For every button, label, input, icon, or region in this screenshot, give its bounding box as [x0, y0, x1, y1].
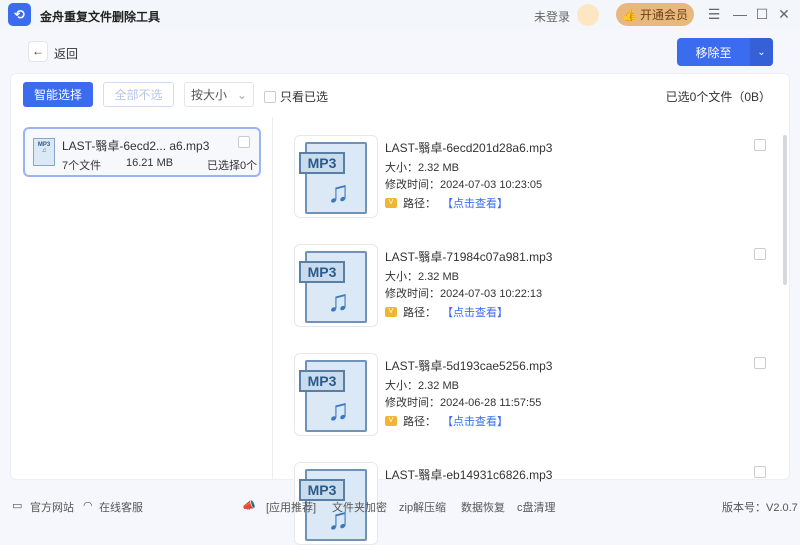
vip-button[interactable]: 👍 开通会员 [616, 3, 694, 26]
app-title: 金舟重复文件删除工具 [40, 10, 161, 24]
monitor-icon: ▭ [12, 500, 23, 512]
path-label: 路径： [403, 307, 436, 319]
smart-select-button[interactable]: 智能选择 [23, 82, 93, 107]
group-checkbox[interactable] [238, 136, 250, 148]
group-count: 7个文件 [62, 160, 102, 172]
file-size: 大小：2.32 MB [385, 162, 459, 174]
file-mtime: 修改时间：2024-07-03 10:23:05 [385, 179, 543, 191]
maximize-icon[interactable]: ☐ [754, 6, 770, 23]
path-label: 路径： [403, 416, 436, 428]
only-selected-label: 只看已选 [280, 90, 329, 104]
mp3-label: MP3 [299, 261, 345, 283]
deselect-all-button[interactable]: 全部不选 [103, 82, 174, 107]
file-checkbox[interactable] [754, 357, 766, 369]
chevron-down-icon[interactable]: ⌄ [750, 38, 773, 66]
menu-icon[interactable]: ☰ [706, 6, 722, 23]
group-name: LAST-翳卓-6ecd2... a6.mp3 [62, 139, 210, 153]
file-size: 大小：2.32 MB [385, 271, 459, 283]
music-note-icon: ♫ [327, 285, 350, 318]
mp3-file-icon: MP3 ♫ [33, 138, 55, 166]
file-thumbnail[interactable]: MP3 ♫ [294, 135, 378, 218]
mp3-file-icon: MP3 ♫ [299, 360, 367, 432]
file-mtime: 修改时间：2024-06-28 11:57:55 [385, 397, 542, 409]
file-path: V 路径： 【点击查看】 [385, 304, 508, 320]
vip-label: 开通会员 [639, 8, 688, 22]
login-link[interactable]: 未登录 [534, 8, 570, 25]
sort-dropdown[interactable]: 按大小 ⌄ [184, 82, 254, 107]
support-link[interactable]: 在线客服 [99, 499, 143, 515]
view-path-link[interactable]: 【点击查看】 [442, 304, 508, 320]
view-path-link[interactable]: 【点击查看】 [442, 195, 508, 211]
version-label: 版本号：V2.0.7 [722, 502, 798, 514]
selected-info: 已选0个文件（0B） [665, 90, 771, 104]
footer-link[interactable]: 数据恢复 [461, 499, 505, 515]
footer-link[interactable]: 文件夹加密 [332, 499, 387, 515]
footer-link[interactable]: c盘清理 [517, 499, 556, 515]
mp3-label: MP3 [299, 370, 345, 392]
mp3-file-icon: MP3 ♫ [299, 251, 367, 323]
group-size: 16.21 MB [126, 157, 174, 169]
back-button[interactable]: ← [28, 41, 48, 62]
move-to-button[interactable]: 移除至 ⌄ [677, 38, 773, 66]
arrow-left-icon: ← [32, 44, 44, 58]
chevron-down-icon: ⌄ [236, 87, 248, 102]
headset-icon: ◠ [83, 500, 93, 512]
scrollbar[interactable] [783, 135, 787, 285]
minimize-icon[interactable]: — [732, 6, 748, 22]
file-name: LAST-翳卓-71984c07a981.mp3 [385, 250, 553, 264]
file-thumbnail[interactable]: MP3 ♫ [294, 353, 378, 436]
file-size: 大小：2.32 MB [385, 380, 459, 392]
file-thumbnail[interactable]: MP3 ♫ [294, 244, 378, 327]
back-label[interactable]: 返回 [54, 45, 78, 62]
footer: ▭ 官方网站 ◠ 在线客服 📣 [应用推荐] 文件夹加密 zip解压缩 数据恢复… [0, 490, 800, 519]
view-path-link[interactable]: 【点击查看】 [442, 413, 508, 429]
checkbox[interactable] [264, 90, 276, 103]
group-selected: 已选择0个 [207, 160, 258, 172]
file-path: V 路径： 【点击查看】 [385, 413, 508, 429]
avatar[interactable] [577, 4, 599, 26]
crown-icon: V [385, 416, 397, 426]
only-selected-checkbox[interactable]: 只看已选 [264, 88, 328, 105]
file-name: LAST-翳卓-6ecd201d28a6.mp3 [385, 141, 553, 155]
file-checkbox[interactable] [754, 466, 766, 478]
sort-label: 按大小 [190, 88, 227, 102]
crown-icon: V [385, 307, 397, 317]
file-checkbox[interactable] [754, 139, 766, 151]
app-logo-icon: ⟲ [8, 3, 31, 26]
file-mtime: 修改时间：2024-07-03 10:22:13 [385, 288, 543, 300]
music-note-icon: ♫ [327, 176, 350, 209]
footer-link[interactable]: zip解压缩 [399, 499, 446, 515]
thumb-icon: 👍 [622, 7, 637, 22]
file-name: LAST-翳卓-eb14931c6826.mp3 [385, 468, 553, 482]
file-path: V 路径： 【点击查看】 [385, 195, 508, 211]
move-to-label[interactable]: 移除至 [677, 38, 750, 66]
crown-icon: V [385, 198, 397, 208]
website-link[interactable]: 官方网站 [30, 499, 74, 515]
music-note-icon: ♫ [327, 394, 350, 427]
mp3-label: MP3 [299, 152, 345, 174]
recommend-label: [应用推荐] [266, 502, 317, 514]
megaphone-icon: 📣 [242, 500, 256, 512]
path-label: 路径： [403, 198, 436, 210]
mp3-file-icon: MP3 ♫ [299, 142, 367, 214]
file-checkbox[interactable] [754, 248, 766, 260]
close-icon[interactable]: ✕ [776, 6, 792, 23]
file-name: LAST-翳卓-5d193cae5256.mp3 [385, 359, 553, 373]
